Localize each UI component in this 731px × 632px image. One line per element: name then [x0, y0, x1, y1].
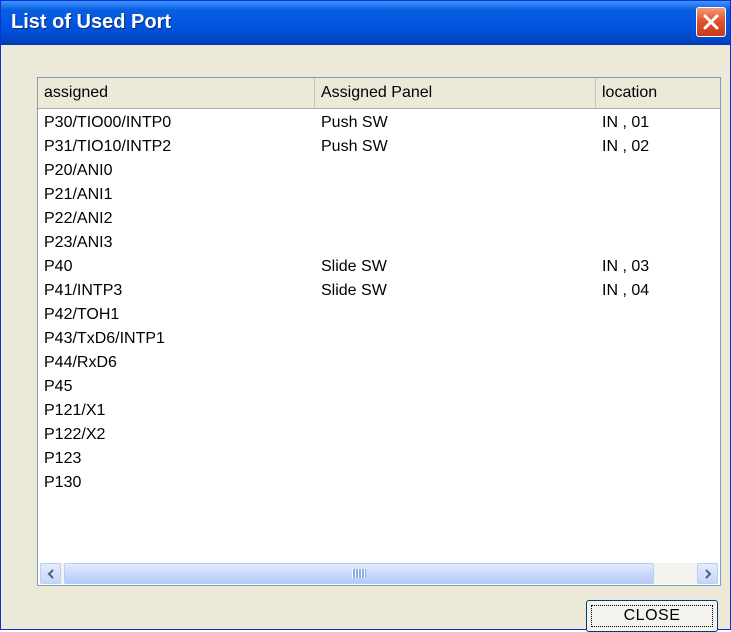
horizontal-scrollbar[interactable]	[40, 563, 718, 584]
cell-assigned: P42/TOH1	[44, 306, 120, 323]
cell-location: IN , 04	[602, 282, 650, 299]
cell-assigned: P44/RxD6	[44, 354, 117, 371]
cell-assigned-panel: Push SW	[321, 138, 388, 155]
table-row[interactable]: P130	[38, 472, 720, 496]
table-row[interactable]: P45	[38, 376, 720, 400]
column-header-assigned-panel[interactable]: Assigned Panel	[315, 78, 596, 107]
dialog-window: List of Used Port assigned Assigned Pane…	[0, 0, 731, 632]
cell-assigned: P122/X2	[44, 426, 106, 443]
close-button[interactable]: CLOSE	[586, 600, 718, 632]
cell-assigned: P43/TxD6/INTP1	[44, 330, 165, 347]
cell-assigned: P21/ANI1	[44, 186, 113, 203]
column-header-assigned[interactable]: assigned	[38, 78, 315, 107]
cell-location: IN , 01	[602, 114, 650, 131]
list-rows: P30/TIO00/INTP0 Push SW IN , 01 P31/TIO10/I…	[38, 112, 720, 542]
window-close-button[interactable]	[696, 7, 726, 37]
table-row[interactable]: P30/TIO00/INTP0 Push SW IN , 01	[38, 112, 720, 136]
table-row[interactable]: P21/ANI1	[38, 184, 720, 208]
title-bar[interactable]: List of Used Port	[1, 1, 730, 45]
cell-assigned: P20/ANI0	[44, 162, 113, 179]
table-row[interactable]: P22/ANI2	[38, 208, 720, 232]
chevron-left-icon	[47, 568, 54, 579]
cell-assigned-panel: Slide SW	[321, 282, 387, 299]
cell-assigned: P41/INTP3	[44, 282, 123, 299]
scroll-thumb[interactable]	[64, 563, 654, 584]
cell-location: IN , 03	[602, 258, 650, 275]
cell-assigned: P123	[44, 450, 82, 467]
table-row[interactable]: P31/TIO10/INTP2 Push SW IN , 02	[38, 136, 720, 160]
close-icon	[703, 14, 719, 30]
table-row[interactable]: P43/TxD6/INTP1	[38, 328, 720, 352]
cell-assigned: P40	[44, 258, 73, 275]
table-row[interactable]: P42/TOH1	[38, 304, 720, 328]
cell-assigned: P22/ANI2	[44, 210, 113, 227]
window-title: List of Used Port	[11, 11, 172, 33]
cell-assigned-panel: Slide SW	[321, 258, 387, 275]
cell-assigned: P23/ANI3	[44, 234, 113, 251]
cell-assigned: P31/TIO10/INTP2	[44, 138, 172, 155]
table-row[interactable]: P23/ANI3	[38, 232, 720, 256]
cell-assigned: P121/X1	[44, 402, 106, 419]
cell-assigned-panel: Push SW	[321, 114, 388, 131]
table-row[interactable]: P122/X2	[38, 424, 720, 448]
table-row[interactable]: P40 Slide SW IN , 03	[38, 256, 720, 280]
table-row[interactable]: P44/RxD6	[38, 352, 720, 376]
cell-assigned: P45	[44, 378, 73, 395]
table-row[interactable]: P41/INTP3 Slide SW IN , 04	[38, 280, 720, 304]
port-list-view[interactable]: assigned Assigned Panel location P30/TIO…	[37, 77, 721, 586]
close-button-label: CLOSE	[623, 607, 681, 624]
column-header-location[interactable]: location	[596, 78, 720, 107]
table-row[interactable]: P121/X1	[38, 400, 720, 424]
table-row[interactable]: P20/ANI0	[38, 160, 720, 184]
cell-location: IN , 02	[602, 138, 650, 155]
list-header: assigned Assigned Panel location	[38, 78, 720, 109]
scroll-right-button[interactable]	[697, 563, 718, 584]
chevron-right-icon	[704, 568, 711, 579]
scroll-left-button[interactable]	[40, 563, 61, 584]
cell-assigned: P130	[44, 474, 82, 491]
table-row[interactable]: P123	[38, 448, 720, 472]
grip-icon	[352, 569, 366, 578]
cell-assigned: P30/TIO00/INTP0	[44, 114, 172, 131]
